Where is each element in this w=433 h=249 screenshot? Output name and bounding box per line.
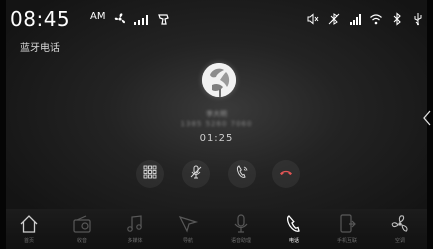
mute-button[interactable] [182,160,210,188]
music-icon [124,213,146,235]
dock-label-phone: 电话 [288,238,299,244]
radio-icon [71,213,93,235]
microphone-icon [230,213,252,235]
chevron-left-icon [422,110,432,130]
usb-icon [411,12,425,26]
phone-link-icon [336,213,358,235]
fan-icon [389,213,411,235]
dock-label-home: 首页 [23,238,34,244]
dock-item-media[interactable]: 多媒体 [112,209,158,249]
keypad-button[interactable] [136,160,164,188]
signal-bars-icon [133,12,151,26]
wifi-icon [369,12,383,26]
dock-item-navigation[interactable]: 导航 [165,209,211,249]
status-icons-right [306,12,425,26]
volume-mute-icon [306,12,320,26]
dock-item-radio[interactable]: 收音 [59,209,105,249]
dock-item-phone-link[interactable]: 手机互联 [324,209,370,249]
home-icon [18,213,40,235]
dock-label-radio: 收音 [76,238,87,244]
caller-avatar [202,63,236,97]
dock-label-navigation: 导航 [182,238,193,244]
handset-icon [234,164,250,184]
clock-time: 08:45 [10,7,71,31]
steering-wheel-icon [157,12,171,26]
clock-ampm: AM [90,11,106,22]
dock-item-phone[interactable]: 电话 [271,209,317,249]
dock-item-climate[interactable]: 空调 [377,209,423,249]
keypad-icon [142,164,158,184]
bluetooth-off-icon [327,12,341,26]
mute-icon [188,164,204,184]
hang-up-button[interactable] [272,160,300,188]
bluetooth-call-screen: 08:45 AM 蓝牙电话 李大明 1385 5260 7060 01:25 首… [0,0,433,249]
status-icons-left [113,12,171,26]
dock-label-climate: 空调 [394,238,405,244]
mobile-signal-icon [348,12,362,26]
dock-label-phone-link: 手机互联 [336,238,357,244]
dock-item-home[interactable]: 首页 [6,209,52,249]
phone-icon [283,213,305,235]
bottom-dock: 首页 收音 多媒体 导航 语音助理 电话 手机互联 空调 [6,209,427,249]
dock-label-voice-assistant: 语音助理 [230,238,251,244]
side-panel-arrow[interactable] [422,110,432,126]
dock-item-voice-assistant[interactable]: 语音助理 [218,209,264,249]
navigation-icon [177,213,199,235]
fan-icon [113,12,127,26]
hang-up-icon [278,164,294,184]
page-title: 蓝牙电话 [20,43,60,54]
caller-number: 1385 5260 7060 [180,120,253,128]
call-duration: 01:25 [199,133,234,144]
dock-label-media: 多媒体 [127,238,143,244]
status-bar: 08:45 AM [10,8,425,30]
bluetooth-icon [390,12,404,26]
caller-name: 李大明 [206,110,227,118]
handset-button[interactable] [228,160,256,188]
